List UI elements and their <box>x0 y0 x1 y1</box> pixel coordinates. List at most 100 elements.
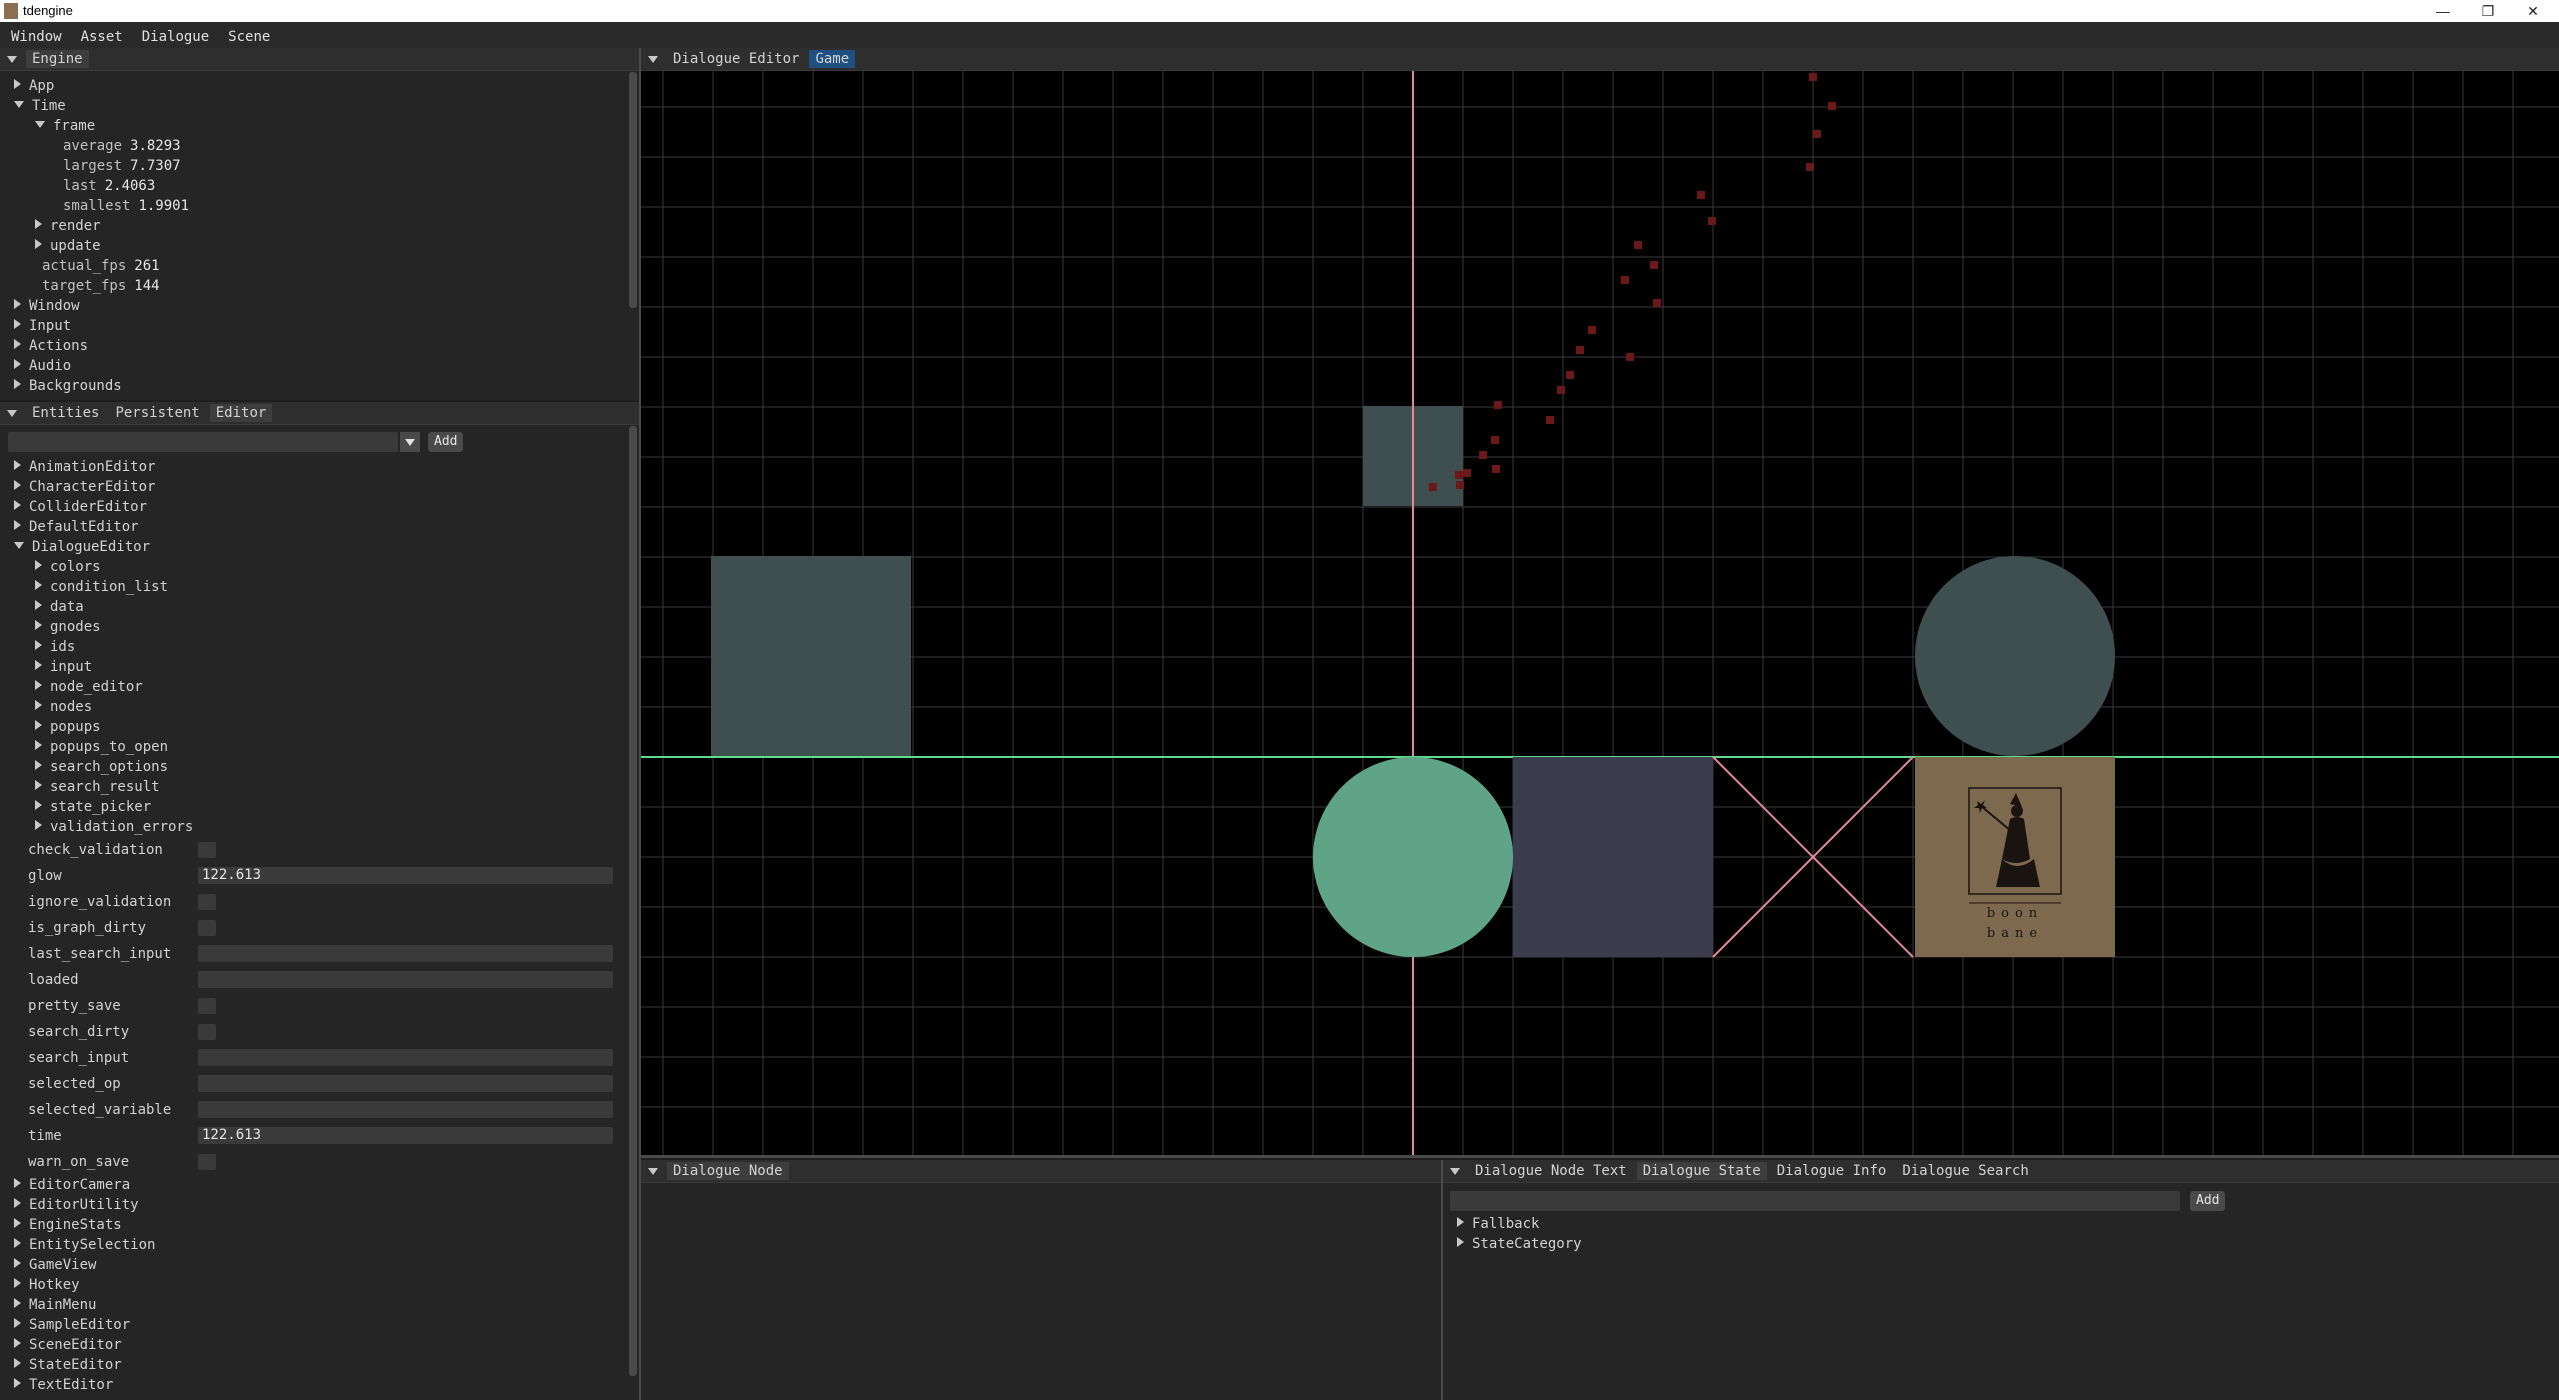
tree-node-enginestats[interactable]: EngineStats <box>0 1215 625 1235</box>
chevron-right-icon[interactable] <box>35 740 42 750</box>
menu-dialogue[interactable]: Dialogue <box>134 29 217 45</box>
chevron-right-icon[interactable] <box>35 700 42 710</box>
tree-node-window[interactable]: Window <box>0 296 625 316</box>
tree-node-render[interactable]: render <box>0 216 625 236</box>
property-input[interactable] <box>198 1049 613 1066</box>
tree-node-popups[interactable]: popups <box>0 717 625 737</box>
state-search-input[interactable] <box>1450 1191 2180 1211</box>
chevron-right-icon[interactable] <box>14 1178 21 1188</box>
chevron-right-icon[interactable] <box>14 79 21 89</box>
tree-node-sampleeditor[interactable]: SampleEditor <box>0 1315 625 1335</box>
property-input[interactable] <box>198 1101 613 1118</box>
tab-editor[interactable]: Editor <box>209 404 273 422</box>
property-checkbox[interactable] <box>198 998 216 1014</box>
chevron-right-icon[interactable] <box>14 1218 21 1228</box>
chevron-right-icon[interactable] <box>14 1278 21 1288</box>
tree-node-validation-errors[interactable]: validation_errors <box>0 817 625 837</box>
chevron-right-icon[interactable] <box>35 640 42 650</box>
tab-dialogue-state[interactable]: Dialogue State <box>1636 1162 1767 1180</box>
tree-node-time[interactable]: Time <box>0 96 625 116</box>
tree-node-hotkey[interactable]: Hotkey <box>0 1275 625 1295</box>
tree-node-popups-to-open[interactable]: popups_to_open <box>0 737 625 757</box>
entities-search-input[interactable] <box>8 432 398 452</box>
tree-node-sceneeditor[interactable]: SceneEditor <box>0 1335 625 1355</box>
property-input[interactable]: 122.613 <box>198 1127 613 1144</box>
chevron-right-icon[interactable] <box>35 620 42 630</box>
tab-dialogue-search[interactable]: Dialogue Search <box>1896 1162 2034 1180</box>
chevron-right-icon[interactable] <box>14 1238 21 1248</box>
tree-node-editorutility[interactable]: EditorUtility <box>0 1195 625 1215</box>
collapse-icon[interactable] <box>7 55 17 63</box>
tab-dialogue-info[interactable]: Dialogue Info <box>1771 1162 1893 1180</box>
property-input[interactable] <box>198 945 613 962</box>
chevron-right-icon[interactable] <box>14 1298 21 1308</box>
tree-node-data[interactable]: data <box>0 597 625 617</box>
tree-node-node-editor[interactable]: node_editor <box>0 677 625 697</box>
chevron-down-icon[interactable] <box>400 432 420 452</box>
property-checkbox[interactable] <box>198 894 216 910</box>
property-input[interactable] <box>198 971 613 988</box>
chevron-right-icon[interactable] <box>14 1358 21 1368</box>
chevron-right-icon[interactable] <box>35 560 42 570</box>
tree-node-search-options[interactable]: search_options <box>0 757 625 777</box>
tree-node-update[interactable]: update <box>0 236 625 256</box>
property-input[interactable] <box>198 1075 613 1092</box>
tab-engine[interactable]: Engine <box>26 50 89 68</box>
add-state-button[interactable]: Add <box>2190 1191 2226 1211</box>
property-input[interactable]: 122.613 <box>198 867 613 884</box>
game-view[interactable]: boon bane <box>641 71 2559 1155</box>
minimize-button[interactable]: — <box>2428 1 2458 21</box>
chevron-down-icon[interactable] <box>35 120 45 128</box>
chevron-right-icon[interactable] <box>14 480 21 490</box>
chevron-right-icon[interactable] <box>14 319 21 329</box>
tree-node-actions[interactable]: Actions <box>0 336 625 356</box>
tree-node-input[interactable]: input <box>0 657 625 677</box>
menu-window[interactable]: Window <box>3 29 70 45</box>
property-checkbox[interactable] <box>198 920 216 936</box>
chevron-right-icon[interactable] <box>14 460 21 470</box>
chevron-right-icon[interactable] <box>1457 1237 1464 1247</box>
chevron-right-icon[interactable] <box>35 680 42 690</box>
menu-scene[interactable]: Scene <box>220 29 278 45</box>
chevron-right-icon[interactable] <box>14 1198 21 1208</box>
tree-node-editorcamera[interactable]: EditorCamera <box>0 1175 625 1195</box>
chevron-right-icon[interactable] <box>35 780 42 790</box>
chevron-right-icon[interactable] <box>1457 1217 1464 1227</box>
tree-node-ids[interactable]: ids <box>0 637 625 657</box>
collapse-icon[interactable] <box>648 1167 658 1175</box>
collapse-icon[interactable] <box>7 409 17 417</box>
close-button[interactable]: ✕ <box>2518 1 2548 21</box>
tree-node-frame[interactable]: frame <box>0 116 625 136</box>
tree-node-charactereditor[interactable]: CharacterEditor <box>0 477 625 497</box>
tree-node-gameview[interactable]: GameView <box>0 1255 625 1275</box>
chevron-right-icon[interactable] <box>14 1378 21 1388</box>
tree-node-condition-list[interactable]: condition_list <box>0 577 625 597</box>
chevron-down-icon[interactable] <box>14 541 24 549</box>
maximize-button[interactable]: ❐ <box>2473 1 2503 21</box>
tree-node-texteditor[interactable]: TextEditor <box>0 1375 625 1395</box>
menu-asset[interactable]: Asset <box>73 29 131 45</box>
tab-dialogue-node[interactable]: Dialogue Node <box>667 1162 789 1180</box>
chevron-right-icon[interactable] <box>14 1258 21 1268</box>
collapse-icon[interactable] <box>648 55 658 63</box>
chevron-right-icon[interactable] <box>14 359 21 369</box>
chevron-right-icon[interactable] <box>14 1318 21 1328</box>
tab-entities[interactable]: Entities <box>26 404 105 422</box>
collapse-icon[interactable] <box>1450 1167 1460 1175</box>
bottom-divider[interactable] <box>641 1155 2559 1158</box>
tree-node-dialogueeditor[interactable]: DialogueEditor <box>0 537 625 557</box>
property-checkbox[interactable] <box>198 1024 216 1040</box>
chevron-right-icon[interactable] <box>35 219 42 229</box>
tree-node-search-result[interactable]: search_result <box>0 777 625 797</box>
property-checkbox[interactable] <box>198 842 216 858</box>
chevron-right-icon[interactable] <box>14 520 21 530</box>
chevron-right-icon[interactable] <box>35 600 42 610</box>
tab-game[interactable]: Game <box>809 50 856 68</box>
chevron-right-icon[interactable] <box>35 239 42 249</box>
chevron-right-icon[interactable] <box>35 660 42 670</box>
tab-dialogue-node-text[interactable]: Dialogue Node Text <box>1469 1162 1633 1180</box>
tab-persistent[interactable]: Persistent <box>109 404 205 422</box>
tree-node-backgrounds[interactable]: Backgrounds <box>0 376 625 396</box>
tree-node-mainmenu[interactable]: MainMenu <box>0 1295 625 1315</box>
tree-node-input[interactable]: Input <box>0 316 625 336</box>
